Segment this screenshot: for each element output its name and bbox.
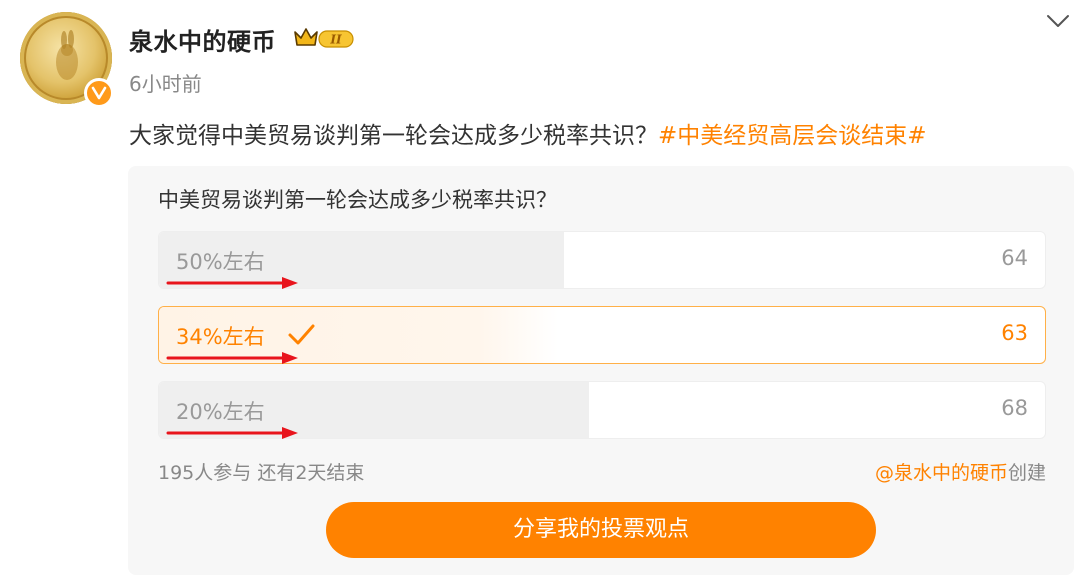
poll-option-count: 63 bbox=[1001, 321, 1028, 345]
svg-text:II: II bbox=[329, 33, 342, 47]
post-body: 大家觉得中美贸易谈判第一轮会达成多少税率共识？ bbox=[129, 123, 658, 149]
poll-stats: 195人参与 还有2天结束 bbox=[158, 458, 364, 485]
poll-participants: 195人参与 bbox=[158, 462, 252, 484]
author-name[interactable]: 泉水中的硬币 bbox=[129, 22, 276, 57]
checkmark-icon bbox=[288, 324, 315, 345]
poll-option-label: 20%左右 bbox=[176, 400, 265, 424]
hashtag-link[interactable]: #中美经贸高层会谈结束# bbox=[658, 123, 927, 149]
poll-option-label: 34%左右 bbox=[176, 325, 265, 349]
annotation-arrow bbox=[166, 427, 298, 439]
post-text: 大家觉得中美贸易谈判第一轮会达成多少税率共识？#中美经贸高层会谈结束# bbox=[129, 116, 927, 150]
poll-option-label: 50%左右 bbox=[176, 250, 265, 274]
crown-level-badge-icon[interactable]: II bbox=[293, 25, 359, 51]
poll-remaining: 还有2天结束 bbox=[257, 462, 365, 484]
poll-option-count: 64 bbox=[1001, 246, 1028, 270]
poll-question: 中美贸易谈判第一轮会达成多少税率共识？ bbox=[158, 188, 557, 212]
annotation-arrow bbox=[166, 277, 298, 289]
post-time: 6小时前 bbox=[129, 72, 202, 96]
annotation-arrow bbox=[166, 352, 298, 364]
chevron-down-icon[interactable] bbox=[1044, 10, 1072, 32]
poll-option-count: 68 bbox=[1001, 396, 1028, 420]
creator-suffix: 创建 bbox=[1007, 462, 1046, 484]
share-vote-button[interactable]: 分享我的投票观点 bbox=[326, 502, 876, 558]
verified-badge-icon bbox=[84, 78, 114, 108]
poll-creator: @泉水中的硬币创建 bbox=[875, 458, 1046, 485]
creator-link[interactable]: @泉水中的硬币 bbox=[875, 462, 1008, 484]
